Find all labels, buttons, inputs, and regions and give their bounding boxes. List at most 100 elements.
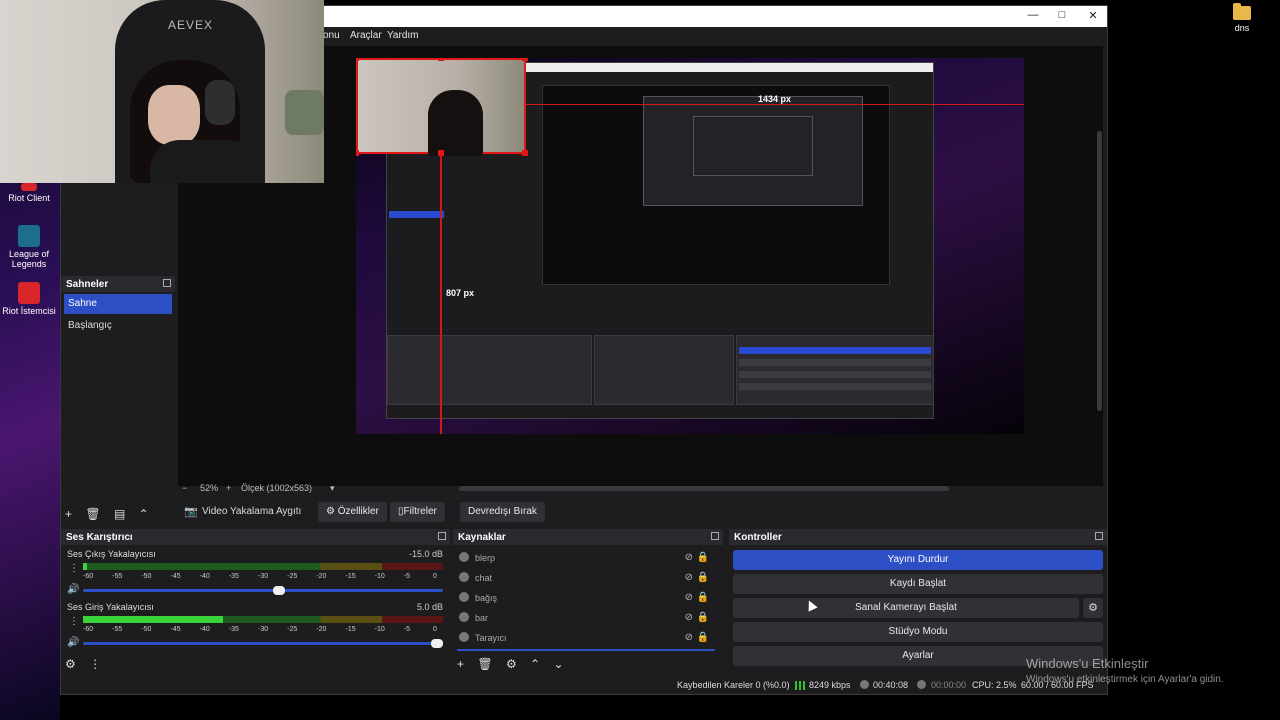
scene-filter-icon[interactable]: ▤	[114, 507, 125, 521]
visibility-icon[interactable]: ⊘	[685, 612, 693, 623]
source-item-blerp[interactable]: blerp ⊘ 🔒	[457, 550, 719, 568]
advanced-audio-icon[interactable]: ⚙	[65, 657, 76, 671]
undock-icon[interactable]	[711, 532, 719, 540]
undock-icon[interactable]	[163, 279, 171, 287]
gear-icon: ⚙	[326, 506, 335, 517]
menu-item-help[interactable]: Yardım	[387, 30, 419, 41]
volume-knob[interactable]	[431, 639, 443, 648]
meter-tick-label: -60	[83, 573, 94, 580]
properties-button[interactable]: ⚙ Özellikler	[318, 502, 387, 522]
zoom-out-button[interactable]: −	[182, 483, 187, 493]
start-virtual-camera-button[interactable]: Sanal Kamerayı Başlat	[733, 598, 1079, 618]
source-item-chat[interactable]: chat ⊘ 🔒	[457, 570, 719, 588]
filters-button[interactable]: ▯Filtreler	[390, 502, 445, 522]
scene-item-sahne[interactable]: Sahne	[64, 294, 172, 314]
visibility-icon[interactable]: ⊘	[685, 572, 693, 583]
source-item-bagis[interactable]: bağış ⊘ 🔒	[457, 590, 719, 608]
add-scene-icon[interactable]: +	[65, 507, 72, 521]
meter-tick-label: -55	[112, 573, 123, 580]
move-up-icon[interactable]: ⌃	[139, 507, 149, 521]
lock-icon[interactable]: 🔒	[697, 592, 709, 603]
menu-item-partial[interactable]: onu	[323, 30, 340, 41]
source-label: bar	[475, 613, 489, 623]
track-menu-icon[interactable]: ⋮	[69, 616, 79, 627]
resize-handle-tl[interactable]	[356, 58, 359, 61]
track-menu-icon[interactable]: ⋮	[69, 563, 79, 574]
scene-item-baslangic[interactable]: Başlangıç	[64, 316, 172, 336]
volume-slider[interactable]	[83, 639, 443, 648]
meter-fill	[83, 563, 87, 570]
guide-line-vertical	[440, 154, 442, 434]
move-up-icon[interactable]: ⌃	[530, 657, 540, 671]
track-db: 5.0 dB	[416, 602, 443, 612]
resize-handle-bl[interactable]	[356, 150, 359, 156]
captured-mixer	[387, 335, 592, 405]
source-label: Tarayıcı	[475, 633, 507, 643]
menu-item-tools[interactable]: Araçlar	[350, 30, 382, 41]
volume-knob[interactable]	[272, 586, 285, 595]
source-properties-icon[interactable]: ⚙	[506, 657, 517, 671]
move-down-icon[interactable]: ⌄	[553, 657, 563, 671]
mixer-menu-icon[interactable]: ⋮	[89, 657, 101, 671]
maximize-button[interactable]: □	[1054, 9, 1070, 23]
minimize-button[interactable]: —	[1025, 9, 1041, 23]
meter-ticks: -60 -55 -50 -45 -40 -35 -30 -25 -20 -15 -10 -5 0	[83, 626, 443, 636]
mixer-track-input: Ses Giriş Yakalayıcısı 5.0 dB ⋮ -60 -55 -5…	[67, 602, 443, 654]
speaker-icon[interactable]: 🔊	[67, 584, 79, 595]
close-button[interactable]: ✕	[1085, 9, 1101, 23]
meter-tick-label: -35	[228, 573, 239, 580]
desktop-icon-league-of-legends[interactable]: League of Legends	[0, 225, 58, 269]
meter-tick-label: 0	[433, 573, 437, 580]
source-label: chat	[475, 573, 493, 583]
folder-label: dns	[1234, 23, 1250, 33]
mixer-track-output: Ses Çıkış Yakalayıcısı -15.0 dB ⋮ -60 -55…	[67, 549, 443, 601]
undock-icon[interactable]	[438, 532, 446, 540]
browser-icon	[459, 572, 469, 582]
resize-handle-br[interactable]	[522, 150, 528, 156]
meter-tick-label: -40	[199, 626, 210, 633]
captured-controls	[736, 335, 934, 405]
desktop-icon-label: Riot İstemcisi	[2, 306, 56, 316]
stop-stream-button[interactable]: Yayını Durdur	[733, 550, 1103, 570]
virtual-camera-settings-button[interactable]: ⚙	[1083, 598, 1103, 618]
captured-sources	[594, 335, 734, 405]
webcam-source-selected[interactable]	[356, 58, 526, 156]
visibility-icon[interactable]: ⊘	[685, 552, 693, 563]
camera-icon: 📷	[184, 506, 198, 518]
deactivate-button[interactable]: Devredışı Bırak	[460, 502, 545, 522]
riot-client-icon	[21, 183, 37, 191]
speaker-icon[interactable]: 🔊	[67, 637, 79, 648]
undock-icon[interactable]	[1095, 532, 1103, 540]
vertical-scrollbar[interactable]	[1097, 131, 1102, 411]
browser-icon	[459, 632, 469, 642]
scale-dropdown-icon[interactable]: ▾	[330, 483, 335, 494]
volume-slider[interactable]	[83, 586, 443, 595]
add-source-icon[interactable]: +	[457, 657, 464, 671]
meter-tick-label: -10	[374, 573, 385, 580]
resize-handle-tr[interactable]	[522, 58, 528, 61]
lock-icon[interactable]: 🔒	[697, 612, 709, 623]
visibility-icon[interactable]: ⊘	[685, 592, 693, 603]
studio-mode-button[interactable]: Stüdyo Modu	[733, 622, 1103, 642]
league-of-legends-icon	[18, 225, 40, 247]
source-item-tarayici[interactable]: Tarayıcı ⊘ 🔒	[457, 630, 719, 648]
resize-handle-top[interactable]	[438, 58, 444, 61]
zoom-in-button[interactable]: +	[226, 483, 231, 493]
lock-icon[interactable]: 🔒	[697, 572, 709, 583]
remove-source-icon[interactable]: 🗑	[477, 657, 492, 671]
desktop-folder-dns[interactable]: dns	[1224, 3, 1260, 33]
sources-dock: Kaynaklar blerp ⊘ 🔒 chat ⊘ 🔒 bağış ⊘ 🔒 bar ⊘ 🔒 T…	[453, 529, 723, 674]
meter-tick-label: 0	[433, 626, 437, 633]
preview-canvas[interactable]: 1434 px 807 px	[356, 58, 1024, 434]
lock-icon[interactable]: 🔒	[697, 632, 709, 643]
visibility-icon[interactable]: ⊘	[685, 632, 693, 643]
source-item-bar[interactable]: bar ⊘ 🔒	[457, 610, 719, 628]
gear-icon: ⚙	[1088, 602, 1098, 614]
desktop-icon-riot-client[interactable]: Riot Client	[0, 183, 58, 203]
start-recording-button[interactable]: Kaydı Başlat	[733, 574, 1103, 594]
lock-icon[interactable]: 🔒	[697, 552, 709, 563]
remove-scene-icon[interactable]: 🗑	[85, 507, 100, 521]
meter-tick-label: -25	[287, 626, 298, 633]
audio-mixer-dock: Ses Karıştırıcı Ses Çıkış Yakalayıcısı -…	[61, 529, 450, 674]
desktop-icon-riot-istemcisi[interactable]: Riot İstemcisi	[0, 282, 58, 316]
